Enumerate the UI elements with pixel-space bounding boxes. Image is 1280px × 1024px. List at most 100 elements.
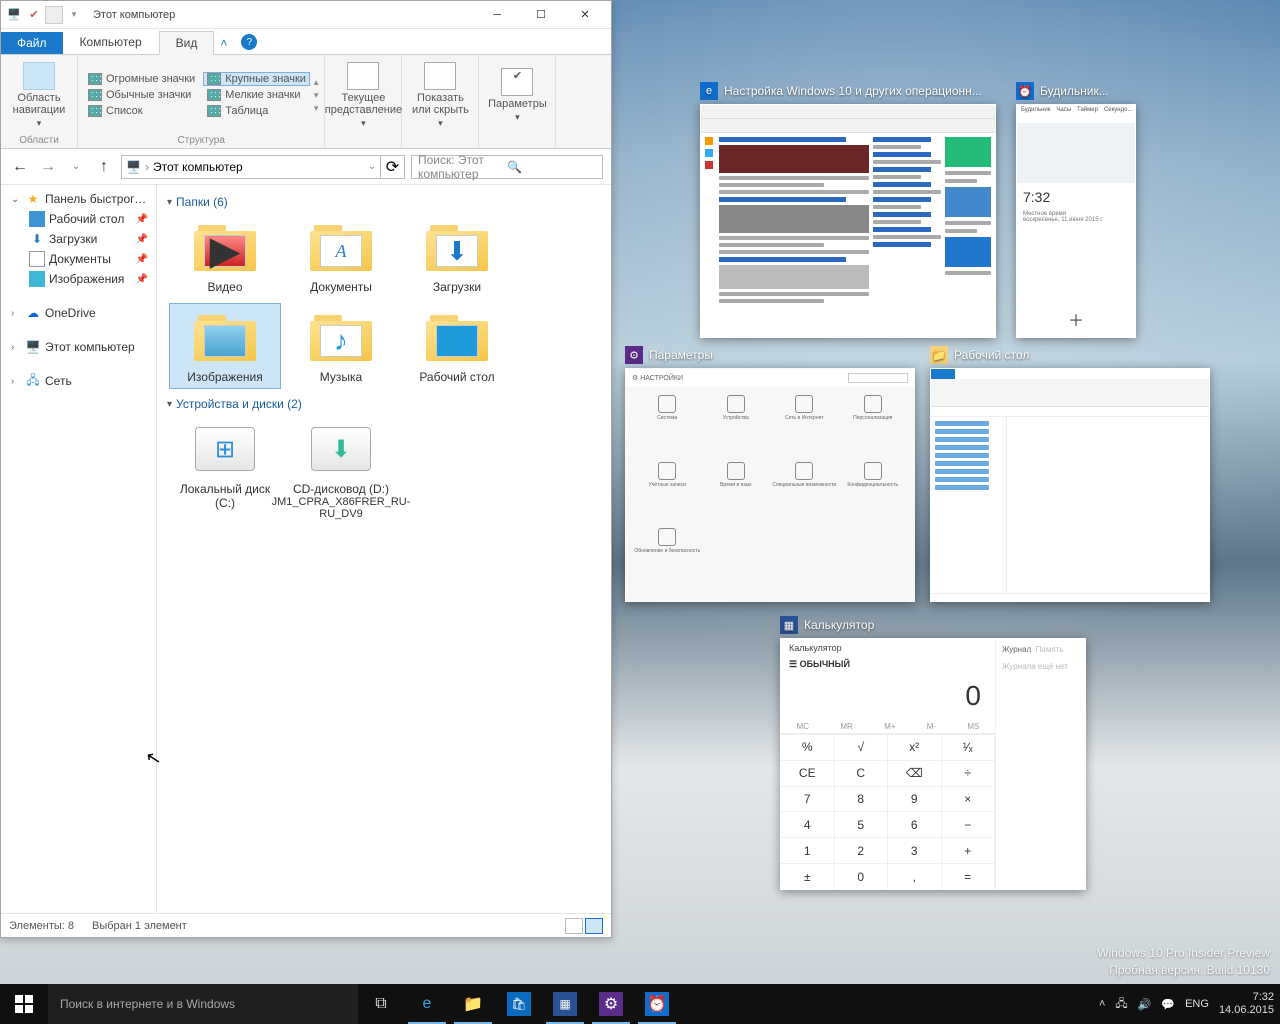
taskbar-explorer[interactable]: 📁 [450,984,496,1024]
taskview-browser[interactable]: eНастройка Windows 10 и других операцион… [700,82,996,338]
settings-item: Персонализация [840,395,907,460]
folder-desktop[interactable]: Рабочий стол [401,303,513,389]
drive-c[interactable]: ⊞Локальный диск (C:) [169,415,281,525]
scroll-more-icon[interactable]: ▾ [314,103,319,114]
path-input[interactable]: 🖥️ › Этот компьютер ⌄ [121,155,381,179]
folder-documents[interactable]: AДокументы [285,213,397,299]
taskbar-calculator[interactable]: ▦ [542,984,588,1024]
layout-medium[interactable]: Обычные значки [84,88,199,102]
taskbar-alarms[interactable]: ⏰ [634,984,680,1024]
tree-documents[interactable]: Документы📌 [1,249,156,269]
layout-small[interactable]: Мелкие значки [203,88,310,102]
calc-key: CE [781,760,835,786]
ribbon: Область навигации▾ Области Огромные знач… [1,55,611,149]
view-details-button[interactable] [565,918,583,934]
recent-caret-icon[interactable]: ⌄ [65,156,87,178]
status-selected: Выбран 1 элемент [92,920,187,932]
taskview-alarms[interactable]: ⏰Будильник... БудильникЧасыТаймерСекундо… [1016,82,1136,338]
refresh-button[interactable]: ⟳ [381,155,405,179]
search-input[interactable]: Поиск: Этот компьютер🔍 [411,155,603,179]
drive-d[interactable]: ⬇CD-дисковод (D:)JM1_CPRA_X86FRER_RU-RU_… [285,415,397,525]
tree-onedrive[interactable]: ›☁OneDrive [1,303,156,323]
tab-computer[interactable]: Компьютер [63,30,159,54]
tree-desktop[interactable]: Рабочий стол📌 [1,209,156,229]
qat-caret-icon[interactable]: ▾ [65,6,83,24]
calc-key: 6 [888,811,942,837]
tree-quick-access[interactable]: ⌄★Панель быстрого доступа [1,189,156,209]
layout-table[interactable]: Таблица [203,104,310,118]
tree-downloads[interactable]: ⬇Загрузки📌 [1,229,156,249]
folder-downloads[interactable]: ⬇Загрузки [401,213,513,299]
tab-view[interactable]: Вид [159,31,215,55]
language-indicator[interactable]: ENG [1185,998,1209,1010]
network-icon[interactable]: 🖧 [1115,995,1127,1014]
taskbar-search[interactable]: Поиск в интернете и в Windows [48,984,358,1024]
settings-item: Время и язык [703,462,770,527]
calc-key: 8 [835,786,889,812]
settings-item: Обновление и безопасность [634,528,701,593]
up-button[interactable]: ↑ [93,156,115,178]
back-button[interactable]: ← [9,156,31,178]
taskbar-edge[interactable]: e [404,984,450,1024]
address-bar: ← → ⌄ ↑ 🖥️ › Этот компьютер ⌄ ⟳ Поиск: Э… [1,149,611,185]
folder-pictures[interactable]: Изображения [169,303,281,389]
volume-icon[interactable]: 🔊 [1138,998,1152,1011]
tray-expand-icon[interactable]: ˄ [1099,998,1105,1010]
qat-new-folder-icon[interactable] [45,6,63,24]
current-view-button[interactable]: Текущее представление▾ [331,62,395,129]
help-icon[interactable]: ? [241,34,257,50]
scroll-down-icon[interactable]: ▾ [314,90,319,101]
task-view-button[interactable]: ⧉ [358,984,404,1024]
folder-video[interactable]: ▶Видео [169,213,281,299]
calc-key: + [942,837,996,863]
section-folders[interactable]: Папки (6) [167,195,601,209]
calc-key: 5 [835,811,889,837]
close-button[interactable]: ✕ [563,1,607,29]
calc-key: x² [888,734,942,760]
start-button[interactable] [0,984,48,1024]
system-tray: ˄ 🖧 🔊 💬 ENG 7:3214.06.2015 [1093,991,1280,1016]
ribbon-tabs: Файл Компьютер Вид ˄ ? [1,29,611,55]
tree-pictures[interactable]: Изображения📌 [1,269,156,289]
settings-item: Учётные записи [634,462,701,527]
section-devices[interactable]: Устройства и диски (2) [167,397,601,411]
status-bar: Элементы: 8 Выбран 1 элемент [1,913,611,937]
tree-this-pc[interactable]: ›🖥️Этот компьютер [1,337,156,357]
options-button[interactable]: ✔Параметры▾ [485,68,549,123]
settings-item: Конфиденциальность [840,462,907,527]
tab-file[interactable]: Файл [1,32,63,54]
calc-key: 2 [835,837,889,863]
maximize-button[interactable]: ☐ [519,1,563,29]
layout-list[interactable]: Список [84,104,199,118]
taskview-settings[interactable]: ⚙Параметры ⚙ НАСТРОЙКИ СистемаУстройства… [625,346,915,602]
clock[interactable]: 7:3214.06.2015 [1219,991,1274,1016]
folder-music[interactable]: ♪Музыка [285,303,397,389]
view-icons-button[interactable] [585,918,603,934]
calc-key: √ [835,734,889,760]
forward-button[interactable]: → [37,156,59,178]
taskview-explorer[interactable]: 📁Рабочий стол [930,346,1210,602]
show-hide-button[interactable]: Показать или скрыть▾ [408,62,472,129]
computer-path-icon: 🖥️ [126,160,141,174]
minimize-button[interactable]: ─ [475,1,519,29]
tree-network[interactable]: ›🖧Сеть [1,371,156,391]
taskview-calculator[interactable]: ▦Калькулятор Калькулятор ☰ ОБЫЧНЫЙ 0 MCM… [780,616,1086,890]
calc-key: − [942,811,996,837]
ribbon-collapse-icon[interactable]: ˄ [214,32,233,54]
taskbar-store[interactable]: 🛍 [496,984,542,1024]
calc-key: 7 [781,786,835,812]
calc-key: % [781,734,835,760]
notifications-icon[interactable]: 💬 [1161,998,1175,1011]
calc-key: ¹⁄ₓ [942,734,996,760]
scroll-up-icon[interactable]: ▴ [314,77,319,88]
qat-props-icon[interactable]: ✔ [25,6,43,24]
calc-key: 9 [888,786,942,812]
window-title: Этот компьютер [93,9,175,21]
calc-key: ⌫ [888,760,942,786]
dropdown-icon[interactable]: ⌄ [368,161,376,172]
taskbar-settings[interactable]: ⚙ [588,984,634,1024]
layout-large[interactable]: Крупные значки [203,72,310,86]
nav-pane-button[interactable]: Область навигации▾ [7,62,71,129]
layout-extra-large[interactable]: Огромные значки [84,72,199,86]
file-explorer-window: 🖥️ ✔ ▾ Этот компьютер ─ ☐ ✕ Файл Компьют… [0,0,612,938]
